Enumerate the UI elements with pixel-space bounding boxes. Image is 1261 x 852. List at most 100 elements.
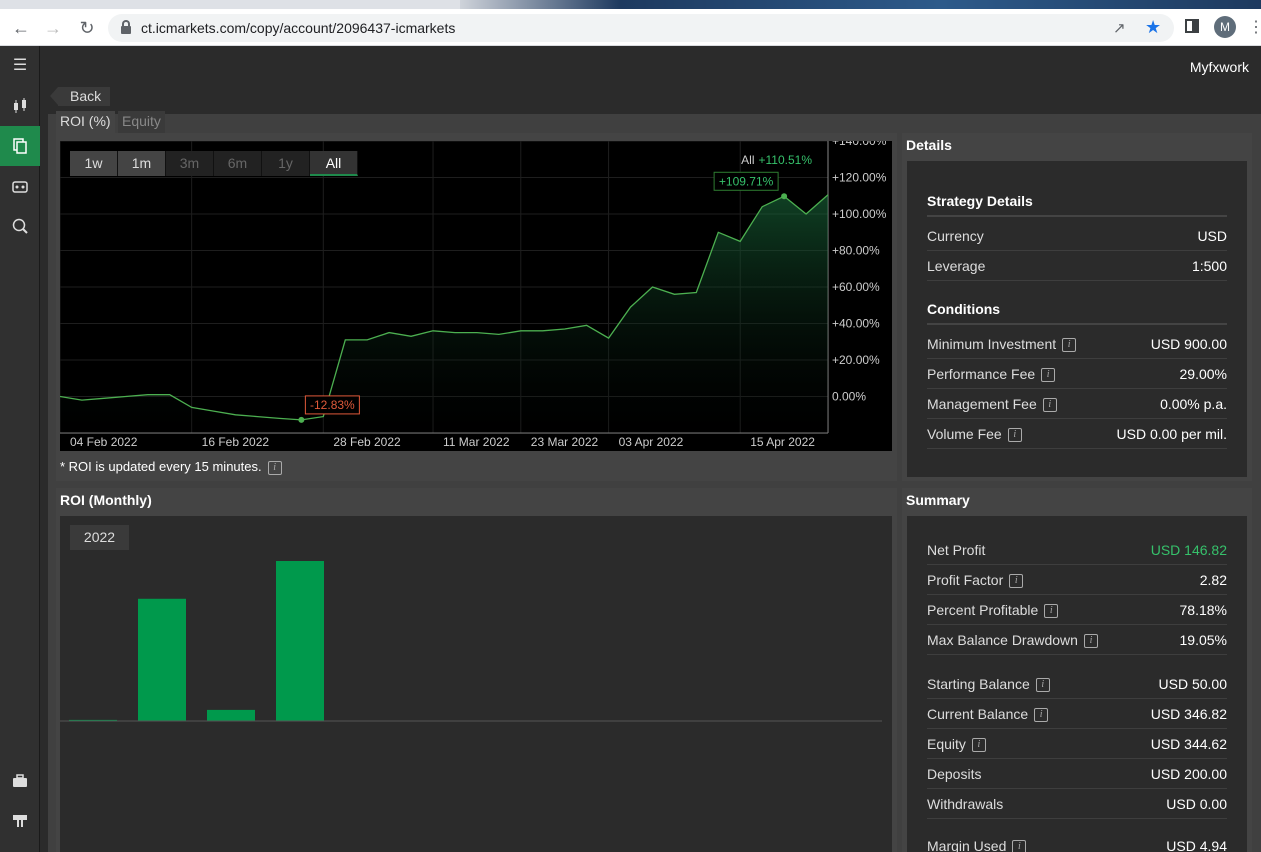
kv-row: Margin Used i USD 4.94 <box>927 831 1227 852</box>
monthly-bar <box>138 598 186 721</box>
range-button-1w[interactable]: 1w <box>70 151 118 176</box>
info-icon[interactable]: i <box>1042 398 1057 413</box>
range-button-1y[interactable]: 1y <box>262 151 310 176</box>
kv-value: 1:500 <box>1191 258 1227 274</box>
monthly-bar <box>207 709 255 721</box>
y-tick-label: 0.00% <box>832 390 866 404</box>
back-button[interactable]: Back <box>50 87 110 106</box>
kv-label: Profit Factor i <box>927 565 1024 595</box>
trough-point <box>298 416 305 423</box>
kv-label: Current Balance i <box>927 699 1049 729</box>
terminal-icon[interactable] <box>0 801 40 841</box>
kv-value: USD 344.62 <box>1150 736 1227 752</box>
x-tick-label: 15 Apr 2022 <box>750 435 815 449</box>
robot-icon[interactable] <box>0 166 40 206</box>
info-icon[interactable]: i <box>1034 708 1049 723</box>
x-tick-label: 03 Apr 2022 <box>619 435 684 449</box>
roi-total-value: +110.51% <box>758 153 813 167</box>
info-icon[interactable]: i <box>971 738 986 753</box>
tab-roi[interactable]: ROI (%) <box>56 111 115 133</box>
kv-row: Minimum Investment i USD 900.00 <box>927 329 1227 359</box>
kv-value: USD 0.00 <box>1166 796 1227 812</box>
monthly-roi-chart <box>60 561 882 722</box>
forward-arrow-icon[interactable]: → <box>42 17 64 39</box>
range-button-6m[interactable]: 6m <box>214 151 262 176</box>
section-title: Strategy Details <box>927 193 1227 217</box>
monthly-roi-title: ROI (Monthly) <box>60 492 152 508</box>
y-tick-label: +60.00% <box>832 280 880 294</box>
kv-label: Margin Used i <box>927 831 1027 852</box>
kv-row: Percent Profitable i 78.18% <box>927 595 1227 625</box>
info-icon[interactable]: i <box>267 460 282 475</box>
hamburger-menu-icon[interactable]: ☰ <box>0 46 40 86</box>
kv-value: USD 0.00 per mil. <box>1116 426 1227 442</box>
info-icon[interactable]: i <box>1041 368 1056 383</box>
side-panel-icon[interactable] <box>1185 19 1199 33</box>
browser-toolbar: ← → ↻ ct.icmarkets.com/copy/account/2096… <box>0 9 1261 46</box>
kv-label: Deposits <box>927 766 982 782</box>
browser-menu-icon[interactable]: ⋮ <box>1248 17 1261 37</box>
range-button-1m[interactable]: 1m <box>118 151 166 176</box>
range-button-all[interactable]: All <box>310 151 358 176</box>
kv-row: Withdrawals USD 0.00 <box>927 789 1227 819</box>
roi-update-note: * ROI is updated every 15 minutes. i <box>60 459 282 475</box>
x-tick-label: 04 Feb 2022 <box>70 435 138 449</box>
copy-icon[interactable] <box>0 126 40 166</box>
y-tick-label: +20.00% <box>832 353 880 367</box>
info-icon[interactable]: i <box>1044 604 1059 619</box>
lock-icon <box>121 20 131 34</box>
candlestick-icon[interactable] <box>0 86 40 126</box>
details-title: Details <box>906 137 952 153</box>
peak-label: +109.71% <box>719 174 774 188</box>
kv-label: Management Fee i <box>927 389 1057 419</box>
kv-value: 0.00% p.a. <box>1160 396 1227 412</box>
url-text: ct.icmarkets.com/copy/account/2096437-ic… <box>141 20 456 36</box>
range-selector: 1w 1m 3m 6m 1y All <box>70 151 358 176</box>
kv-value: USD 4.94 <box>1166 838 1227 852</box>
y-tick-label: +120.00% <box>832 171 887 185</box>
kv-label: Max Balance Drawdown i <box>927 625 1098 655</box>
trough-label: -12.83% <box>310 398 355 412</box>
kv-row: Current Balance i USD 346.82 <box>927 699 1227 729</box>
tab-equity[interactable]: Equity <box>118 111 165 133</box>
kv-value: 19.05% <box>1179 632 1227 648</box>
year-selector[interactable]: 2022 <box>70 525 129 550</box>
kv-row: Performance Fee i 29.00% <box>927 359 1227 389</box>
roi-total-readout: All +110.51% <box>741 153 812 167</box>
peak-point <box>781 193 788 200</box>
analytics-search-icon[interactable] <box>0 206 40 246</box>
x-tick-label: 28 Feb 2022 <box>333 435 401 449</box>
user-menu[interactable]: Myfxwork <box>1190 59 1249 75</box>
profile-avatar[interactable]: M <box>1214 16 1236 38</box>
kv-row: Leverage 1:500 <box>927 251 1227 281</box>
kv-row: Equity i USD 344.62 <box>927 729 1227 759</box>
kv-row: Max Balance Drawdown i 19.05% <box>927 625 1227 655</box>
kv-label: Currency <box>927 228 984 244</box>
y-tick-label: +40.00% <box>832 317 880 331</box>
x-tick-label: 16 Feb 2022 <box>202 435 270 449</box>
kv-label: Minimum Investment i <box>927 329 1077 359</box>
range-button-3m[interactable]: 3m <box>166 151 214 176</box>
kv-row: Net Profit USD 146.82 <box>927 535 1227 565</box>
info-icon[interactable]: i <box>1062 338 1077 353</box>
reload-icon[interactable]: ↻ <box>76 17 98 39</box>
info-icon[interactable]: i <box>1009 574 1024 589</box>
address-bar[interactable]: ct.icmarkets.com/copy/account/2096437-ic… <box>108 14 1174 42</box>
kv-label: Net Profit <box>927 542 986 558</box>
back-arrow-icon[interactable]: ← <box>10 17 32 39</box>
briefcase-icon[interactable] <box>0 761 40 801</box>
kv-label: Percent Profitable i <box>927 595 1059 625</box>
roi-note-text: * ROI is updated every 15 minutes. <box>60 459 262 474</box>
info-icon[interactable]: i <box>1083 634 1098 649</box>
y-tick-label: +140.00% <box>832 141 887 148</box>
kv-label: Equity i <box>927 729 986 759</box>
y-tick-label: +100.00% <box>832 207 887 221</box>
roi-chart[interactable]: 0.00% +20.00% +40.00% +60.00% +80.00% +100.00… <box>59 134 892 451</box>
info-icon[interactable]: i <box>1012 840 1027 852</box>
kv-value: USD 346.82 <box>1150 706 1227 722</box>
info-icon[interactable]: i <box>1035 678 1050 693</box>
summary-title: Summary <box>906 492 970 508</box>
share-icon[interactable]: ↗ <box>1113 19 1131 37</box>
bookmark-star-icon[interactable]: ★ <box>1145 17 1161 38</box>
info-icon[interactable]: i <box>1007 428 1022 443</box>
